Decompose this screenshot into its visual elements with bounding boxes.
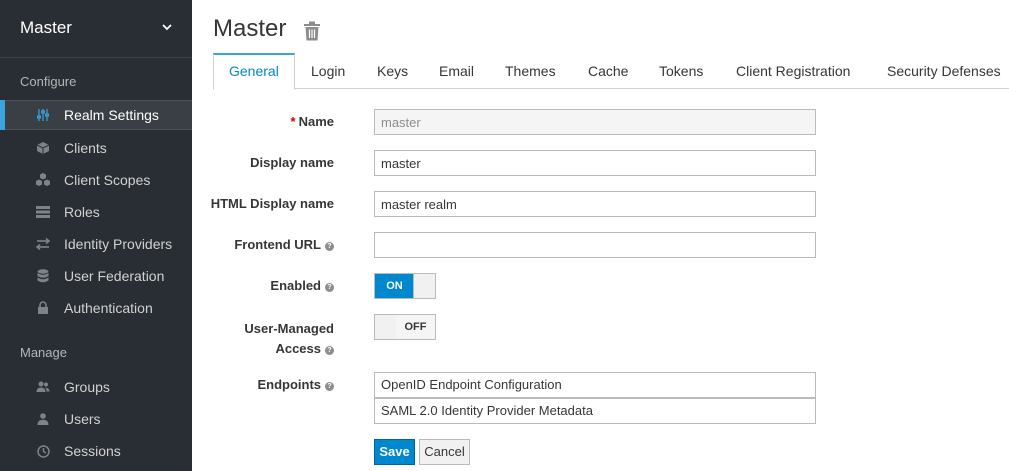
display-name-field[interactable] xyxy=(374,150,816,176)
section-heading-configure: Configure xyxy=(20,74,77,89)
tabs-bar: General Login Keys Email Themes Cache To… xyxy=(213,53,1009,90)
realm-selector-label: Master xyxy=(20,18,72,37)
question-circle-icon[interactable]: ? xyxy=(325,382,334,391)
cube-icon xyxy=(35,140,51,156)
frontend-url-label: Frontend URL? xyxy=(234,237,334,252)
endpoint-saml-link[interactable]: SAML 2.0 Identity Provider Metadata xyxy=(374,398,816,424)
question-circle-icon[interactable]: ? xyxy=(325,283,334,292)
endpoint-openid-link[interactable]: OpenID Endpoint Configuration xyxy=(374,372,816,398)
enabled-label: Enabled? xyxy=(270,278,334,293)
sidebar-item-label: Users xyxy=(64,411,101,427)
name-label: * Name xyxy=(291,114,334,129)
toggle-on-label: ON xyxy=(375,274,414,298)
tab-tokens[interactable]: Tokens xyxy=(659,53,703,89)
save-button[interactable]: Save xyxy=(374,439,415,465)
sidebar-item-label: User Federation xyxy=(64,268,165,284)
tab-email[interactable]: Email xyxy=(439,53,474,89)
sidebar-item-label: Identity Providers xyxy=(64,236,173,252)
database-icon xyxy=(35,268,51,284)
user-managed-access-label-line2: Access xyxy=(275,341,321,356)
sidebar-item-client-scopes[interactable]: Client Scopes xyxy=(0,165,192,195)
sidebar: Master Configure Realm Settings Clients … xyxy=(0,0,192,471)
tab-themes[interactable]: Themes xyxy=(505,53,556,89)
chevron-down-icon xyxy=(162,24,172,31)
sidebar-item-label: Roles xyxy=(64,204,100,220)
tab-security-defenses[interactable]: Security Defenses xyxy=(887,53,1001,89)
html-display-name-field[interactable] xyxy=(374,191,816,217)
sidebar-item-sessions[interactable]: Sessions xyxy=(0,436,192,466)
sidebar-item-label: Client Scopes xyxy=(64,172,151,188)
html-display-name-label: HTML Display name xyxy=(210,196,334,211)
toggle-knob xyxy=(413,274,435,298)
user-managed-access-toggle[interactable]: OFF xyxy=(374,314,436,340)
name-field xyxy=(374,109,816,135)
sidebar-item-user-federation[interactable]: User Federation xyxy=(0,261,192,291)
sliders-icon xyxy=(35,107,51,123)
frontend-url-field[interactable] xyxy=(374,232,816,258)
question-circle-icon[interactable]: ? xyxy=(325,242,334,251)
toggle-knob xyxy=(375,315,397,339)
section-heading-manage: Manage xyxy=(20,345,67,360)
sidebar-item-roles[interactable]: Roles xyxy=(0,197,192,227)
page-title: Master xyxy=(213,15,287,42)
tab-client-registration[interactable]: Client Registration xyxy=(736,53,850,89)
enabled-toggle[interactable]: ON xyxy=(374,273,436,299)
list-icon xyxy=(35,204,51,220)
lock-icon xyxy=(35,300,51,316)
sidebar-item-identity-providers[interactable]: Identity Providers xyxy=(0,229,192,259)
realm-selector[interactable]: Master xyxy=(0,0,192,58)
sidebar-item-label: Realm Settings xyxy=(64,107,159,123)
frontend-url-label-text: Frontend URL xyxy=(234,237,321,252)
exchange-icon xyxy=(35,236,51,252)
user-managed-access-label-line1: User-Managed xyxy=(244,321,334,336)
clock-icon xyxy=(35,443,51,459)
sidebar-item-label: Authentication xyxy=(64,300,153,316)
cancel-button[interactable]: Cancel xyxy=(419,439,470,465)
user-managed-access-label: User-Managed Access? xyxy=(244,319,334,359)
cubes-icon xyxy=(35,172,51,188)
trash-icon[interactable] xyxy=(303,21,321,41)
enabled-label-text: Enabled xyxy=(270,278,321,293)
display-name-label: Display name xyxy=(250,155,334,170)
tab-general[interactable]: General xyxy=(213,53,295,90)
sidebar-item-label: Sessions xyxy=(64,443,121,459)
endpoints-label: Endpoints? xyxy=(257,377,334,392)
user-icon xyxy=(35,411,51,427)
sidebar-item-label: Groups xyxy=(64,379,110,395)
question-circle-icon[interactable]: ? xyxy=(325,346,334,355)
sidebar-item-clients[interactable]: Clients xyxy=(0,133,192,163)
sidebar-item-users[interactable]: Users xyxy=(0,404,192,434)
users-icon xyxy=(35,379,51,395)
sidebar-item-label: Clients xyxy=(64,140,107,156)
toggle-off-label: OFF xyxy=(396,315,435,339)
sidebar-item-authentication[interactable]: Authentication xyxy=(0,293,192,323)
tab-cache[interactable]: Cache xyxy=(588,53,628,89)
sidebar-item-realm-settings[interactable]: Realm Settings xyxy=(0,100,192,130)
required-marker: * xyxy=(290,114,296,129)
sidebar-item-groups[interactable]: Groups xyxy=(0,372,192,402)
endpoints-label-text: Endpoints xyxy=(257,377,321,392)
name-label-text: Name xyxy=(298,114,334,129)
tab-login[interactable]: Login xyxy=(311,53,345,89)
tab-keys[interactable]: Keys xyxy=(377,53,408,89)
